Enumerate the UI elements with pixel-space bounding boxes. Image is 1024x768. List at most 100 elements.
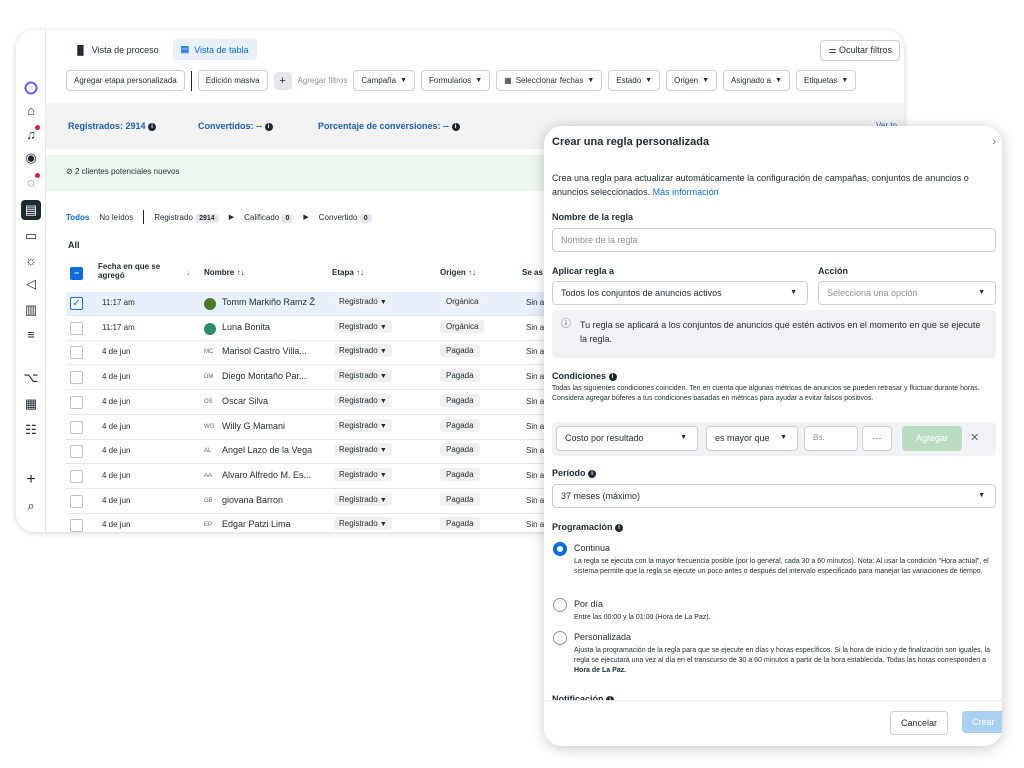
search-icon[interactable]: ⌕ [21,496,41,516]
lead-name[interactable]: Diego Montaño Par... [222,371,307,381]
tags-filter[interactable]: Etiquetas ▼ [796,70,857,91]
stage-select[interactable]: Registrado ▼ [334,467,392,481]
forms-filter[interactable]: Formularios ▼ [420,70,491,91]
stage-select[interactable]: Registrado ▼ [334,344,392,358]
chevron-right-icon[interactable]: › [992,136,996,148]
business-icon[interactable]: ▦ [21,394,41,414]
home-icon[interactable]: ⌂ [21,100,41,120]
stage-select[interactable]: Registrado ▼ [334,418,392,432]
lead-name[interactable]: Alvaro Alfredo M. Es... [222,470,311,480]
row-checkbox[interactable] [70,395,83,409]
tab-process-view[interactable]: ▐▌ Vista de proceso [66,39,167,60]
schedule-continuous-radio[interactable] [553,542,567,556]
assigned-filter[interactable]: Asignado a ▼ [723,70,791,91]
schedule-daily-radio[interactable] [553,598,567,612]
lead-name[interactable]: Edgar Patzi Lima [222,519,291,529]
period-select[interactable]: 37 meses (máximo) [552,484,996,508]
header-date[interactable]: Fecha en que se agregó [98,262,178,280]
stage-select[interactable]: Registrado ▼ [334,517,392,531]
info-icon[interactable]: i [148,122,157,131]
filter-unread[interactable]: No leídos [99,213,133,222]
row-checkbox[interactable]: ✓ [70,297,83,310]
origin-filter[interactable]: Origen ▼ [666,70,718,91]
condition-metric-select[interactable]: Costo por resultado [556,426,698,451]
condition-operator-select[interactable]: es mayor que [706,426,798,451]
add-filters-plus-icon[interactable]: + [273,71,292,90]
filter-converted[interactable]: Convertido 0 [319,213,372,223]
create-plus-icon[interactable]: + [21,470,41,490]
add-condition-button[interactable]: Agregar [902,426,962,451]
notifications-icon[interactable]: ♫ [21,124,41,144]
menu-icon[interactable]: ≡ [21,324,41,344]
schedule-custom-radio[interactable] [553,631,567,645]
row-checkbox[interactable] [70,371,83,385]
info-icon[interactable]: i [608,372,617,381]
condition-value-input[interactable]: Bs. [804,426,858,451]
stage-select[interactable]: Registrado ▼ [334,443,392,457]
remove-condition-icon[interactable]: ✕ [970,431,979,444]
stage-label: Registrado [339,420,378,430]
row-checkbox[interactable] [70,519,83,532]
compass-icon[interactable]: ◉ [21,148,41,168]
row-checkbox[interactable] [70,445,83,459]
info-icon[interactable]: i [588,469,597,478]
learn-more-link[interactable]: Más información [653,187,719,197]
row-checkbox[interactable] [70,321,83,335]
info-icon[interactable]: i [451,122,460,131]
lead-name[interactable]: giovana Barron [222,495,283,505]
status-filter[interactable]: Estado ▼ [608,70,661,91]
campaign-filter[interactable]: Campaña ▼ [353,70,415,91]
create-button[interactable]: Crear [962,711,1002,733]
lead-name[interactable]: Oscar Silva [222,396,268,406]
row-checkbox[interactable] [70,420,83,434]
lead-name[interactable]: Tomm Markiño Ramz Ž [222,297,315,307]
sort-down-icon[interactable]: ↓ [186,268,190,277]
header-origin[interactable]: Origen ↑↓ [440,268,476,277]
stage-select[interactable]: Registrado ▼ [334,393,392,407]
insights-icon[interactable]: ▥ [21,300,41,320]
people-icon[interactable]: ☷ [21,420,41,440]
info-icon[interactable]: i [264,122,273,131]
stage-select[interactable]: Registrado ▼ [334,319,392,333]
header-name[interactable]: Nombre ↑↓ [204,268,244,277]
button-label: Agregar etapa personalizada [74,76,177,85]
select-all-checkbox[interactable]: − [70,267,83,280]
cancel-button[interactable]: Cancelar [889,711,948,735]
stage-select[interactable]: Registrado ▼ [334,492,392,506]
megaphone-icon[interactable]: ◁ [21,274,41,294]
header-stage[interactable]: Etapa ↑↓ [332,268,364,277]
filter-all[interactable]: Todos [66,213,89,222]
apply-rule-select[interactable]: Todos los conjuntos de anuncios activos [552,281,808,305]
date-filter[interactable]: ▦ Seleccionar fechas ▼ [496,70,603,91]
option-description: Ajusta la programación de la regla para … [574,646,994,676]
filter-registered[interactable]: Registrado 2914 [154,213,219,223]
action-select[interactable]: Selecciona una opción [818,281,996,305]
row-checkbox[interactable] [70,494,83,508]
messenger-icon[interactable]: ◌ [21,172,41,192]
count-badge: 0 [359,213,372,223]
lead-name[interactable]: Marisol Castro Villa... [222,346,307,356]
inbox-icon[interactable]: ▭ [21,226,41,246]
tab-table-view[interactable]: ▤ Vista de tabla [172,39,257,60]
bulk-edit-button[interactable]: Edición masiva [197,70,268,91]
meta-ai-icon[interactable] [21,78,41,98]
tools-icon[interactable]: ⌥ [21,368,41,388]
rule-name-input[interactable]: Nombre de la regla [552,228,996,252]
planner-icon[interactable]: ☼ [21,250,41,270]
add-custom-stage-button[interactable]: Agregar etapa personalizada [66,70,185,91]
hide-filters-button[interactable]: ⚌ Ocultar filtros [820,40,900,61]
add-filters-link[interactable]: Agregar filtros [298,76,348,85]
stage-select[interactable]: Registrado ▼ [334,369,392,383]
stage-select[interactable]: Registrado ▼ [334,295,392,308]
more-options-button[interactable]: ··· [862,426,892,451]
lead-name[interactable]: Angel Lazo de la Vega [222,445,312,455]
filter-qualified[interactable]: Calificado 0 [244,213,294,223]
lead-name[interactable]: Luna Bonita [222,322,270,332]
row-checkbox[interactable] [70,469,83,483]
leads-center-icon[interactable]: ▤ [21,200,41,220]
row-date: 4 de jun [102,421,131,431]
info-icon[interactable]: i [615,523,624,532]
lead-name[interactable]: Willy G Mamani [222,421,285,431]
header-assigned[interactable]: Se as [522,268,543,277]
row-checkbox[interactable] [70,346,83,360]
